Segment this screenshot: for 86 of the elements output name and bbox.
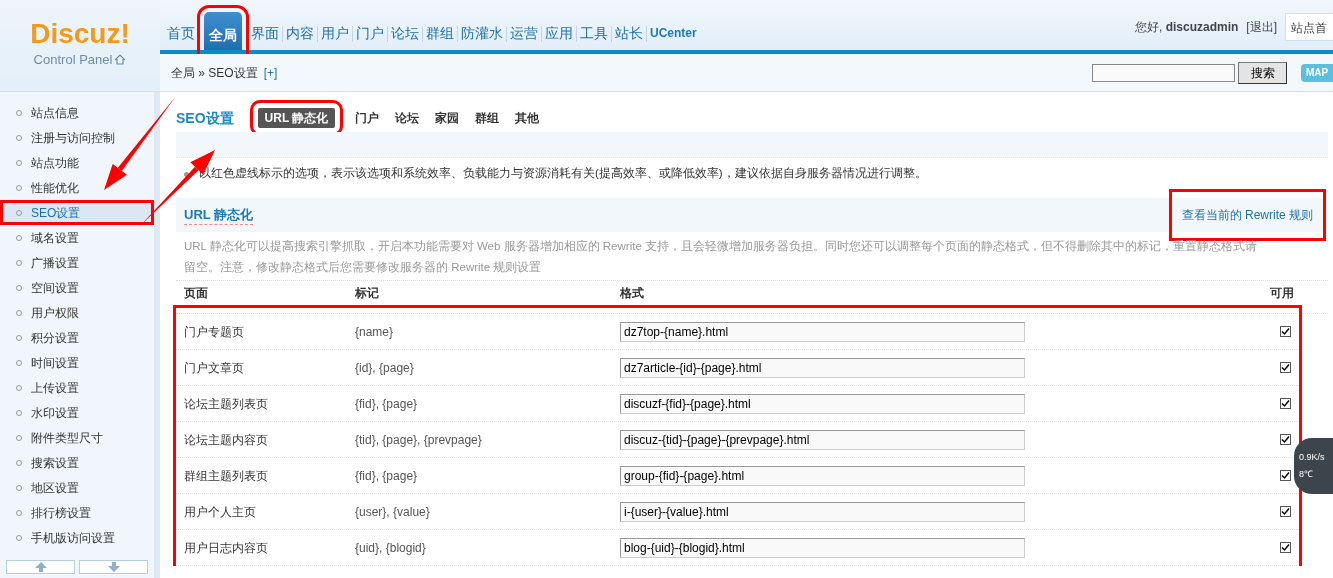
column-header: 格式 — [620, 285, 645, 302]
table-cell-text: {fid}, {page} — [355, 467, 419, 485]
search-button[interactable]: 搜索 — [1238, 61, 1287, 84]
enabled-checkbox[interactable] — [1280, 542, 1291, 553]
sidebar-item[interactable]: 搜索设置 — [0, 450, 154, 475]
sidebar-item[interactable]: 用户权限 — [0, 300, 154, 325]
site-home-button[interactable]: 站点首 — [1285, 13, 1333, 41]
sidebar-item[interactable]: SEO设置 — [0, 200, 154, 225]
sidebar-item[interactable]: 地区设置 — [0, 475, 154, 500]
table-cell-text: 门户专题页 — [184, 323, 245, 341]
sub-tab[interactable]: 其他 — [515, 109, 540, 127]
column-header: 标记 — [355, 285, 380, 302]
sidebar-item[interactable]: 积分设置 — [0, 325, 154, 350]
table-cell-text: 用户日志内容页 — [184, 539, 269, 557]
sidebar-item[interactable]: 注册与访问控制 — [0, 125, 154, 150]
nav-tab[interactable]: 应用 — [542, 20, 576, 50]
sidebar-item[interactable]: 水印设置 — [0, 400, 154, 425]
nav-tab[interactable]: UCenter — [647, 20, 700, 50]
nav-tab[interactable]: 界面 — [248, 20, 282, 50]
search-field[interactable] — [1092, 63, 1235, 82]
sub-tab[interactable]: 群组 — [475, 109, 500, 127]
home-icon — [114, 54, 127, 66]
nav-tab[interactable]: 站长 — [612, 20, 646, 50]
enabled-checkbox[interactable] — [1280, 470, 1291, 481]
format-field[interactable]: i-{user}-{value}.html — [620, 501, 1025, 522]
table-cell-text: {user}, {value} — [355, 503, 431, 521]
table-cell-text: {tid}, {page}, {prevpage} — [355, 431, 483, 449]
sidebar-item[interactable]: 站点信息 — [0, 100, 154, 125]
rewrite-rules-link[interactable]: 查看当前的 Rewrite 规则 — [1181, 208, 1313, 222]
nav-tab[interactable]: 用户 — [318, 20, 352, 50]
table-cell-text: 群组主题列表页 — [184, 467, 269, 485]
nav-tab[interactable]: 首页 — [164, 20, 198, 50]
enabled-checkbox[interactable] — [1280, 398, 1291, 409]
enabled-checkbox[interactable] — [1280, 434, 1291, 445]
up-arrow-icon — [34, 562, 47, 572]
sidebar-item[interactable]: 排行榜设置 — [0, 500, 154, 525]
format-field[interactable]: discuz-{tid}-{page}-{prevpage}.html — [620, 429, 1025, 450]
logo-title: Discuz! — [30, 20, 130, 48]
enabled-checkbox[interactable] — [1280, 362, 1291, 373]
table-cell-text: 论坛主题列表页 — [184, 395, 269, 413]
sidebar-item[interactable]: 站点功能 — [0, 150, 154, 175]
format-field[interactable]: dz7top-{name}.html — [620, 321, 1025, 342]
table-cell-text: {id}, {page} — [355, 359, 415, 377]
table-cell-text: {fid}, {page} — [355, 395, 419, 413]
sub-tab[interactable]: 家园 — [435, 109, 460, 127]
nav-tab[interactable]: 运营 — [507, 20, 541, 50]
sidebar-item[interactable]: 域名设置 — [0, 225, 154, 250]
speed-reading: 0.9K/s — [1299, 450, 1326, 464]
table-cell-text: {uid}, {blogid} — [355, 539, 427, 557]
nav-tab[interactable]: 防灌水 — [458, 20, 506, 50]
logout-link[interactable]: [退出] — [1246, 18, 1277, 36]
sub-tab[interactable]: 门户 — [355, 109, 380, 127]
sidebar-item[interactable]: 广播设置 — [0, 250, 154, 275]
column-header: 页面 — [184, 285, 209, 302]
sub-tab[interactable]: 论坛 — [395, 109, 420, 127]
table-cell-text: 用户个人主页 — [184, 503, 257, 521]
down-arrow-icon — [107, 562, 120, 572]
sidebar-item[interactable]: 附件类型尺寸 — [0, 425, 154, 450]
table-cell-text: 门户文章页 — [184, 359, 245, 377]
temperature-reading: 8℃ — [1299, 468, 1314, 481]
nav-tab[interactable]: 群组 — [423, 20, 457, 50]
table-cell-text: 论坛主题内容页 — [184, 431, 269, 449]
table-cell-text: {name} — [355, 323, 395, 341]
logo-subtitle: Control Panel — [33, 51, 113, 69]
add-link[interactable]: [+] — [263, 63, 278, 82]
format-field[interactable]: dz7article-{id}-{page}.html — [620, 357, 1025, 378]
user-greeting: 您好, discuzadmin — [1134, 19, 1239, 36]
page-title: SEO设置 — [176, 108, 234, 128]
nav-tab[interactable]: 论坛 — [388, 20, 422, 50]
sidebar-item[interactable]: 性能优化 — [0, 175, 154, 200]
format-field[interactable]: discuzf-{fid}-{page}.html — [620, 393, 1025, 414]
breadcrumb: 全局 » SEO设置 — [171, 64, 258, 82]
sidebar-item[interactable]: 空间设置 — [0, 275, 154, 300]
nav-tab[interactable]: 门户 — [353, 20, 387, 50]
nav-tab[interactable]: 工具 — [577, 20, 611, 50]
enabled-checkbox[interactable] — [1280, 506, 1291, 517]
sidebar-item[interactable]: 时间设置 — [0, 350, 154, 375]
format-field[interactable]: blog-{uid}-{blogid}.html — [620, 537, 1025, 558]
column-header: 可用 — [1270, 285, 1294, 302]
sidebar-item[interactable]: 上传设置 — [0, 375, 154, 400]
format-field[interactable]: group-{fid}-{page}.html — [620, 465, 1025, 486]
nav-tab[interactable]: 内容 — [283, 20, 317, 50]
section-description: URL 静态化可以提高搜索引擎抓取，开启本功能需要对 Web 服务器增加相应的 Rewrite 支持，且会轻微增加服务器负担。同时您还可以调整每个页面的静态格式，但不得删除其中的标记，重置静态格式请留空。注意，修改静态格式后您需要修改服务器的 Rewrite 规则设置 — [183, 239, 1258, 275]
sidebar-item[interactable]: 手机版访问设置 — [0, 525, 154, 550]
enabled-checkbox[interactable] — [1280, 326, 1291, 337]
section-title: URL 静态化 — [184, 204, 254, 226]
